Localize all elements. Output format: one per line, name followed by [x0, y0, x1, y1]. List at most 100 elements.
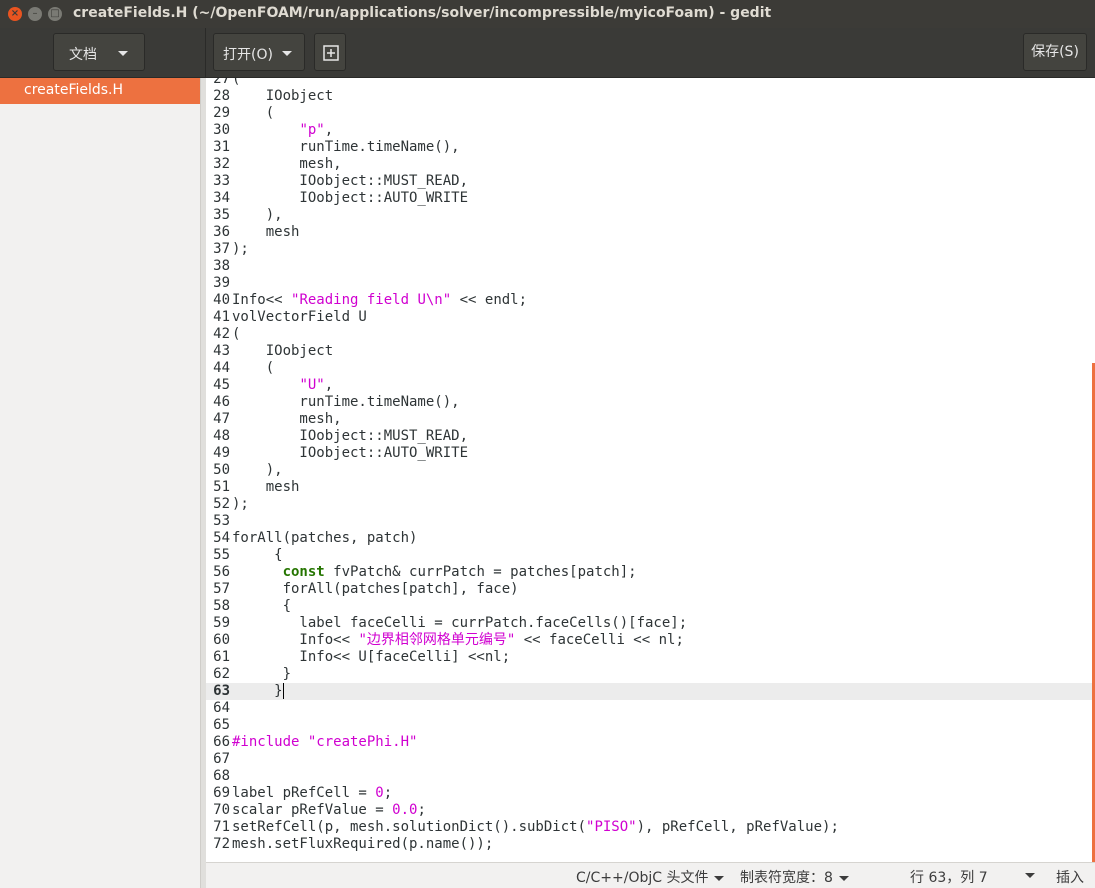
line-number: 41	[213, 309, 230, 325]
line-number: 64	[213, 700, 230, 716]
code-line[interactable]: 61 Info<< U[faceCelli] <<nl;	[206, 649, 1095, 666]
code-line[interactable]: 69 label pRefCell = 0;	[206, 785, 1095, 802]
line-number: 35	[213, 207, 230, 223]
line-number: 49	[213, 445, 230, 461]
new-document-icon	[323, 45, 339, 61]
line-number: 57	[213, 581, 230, 597]
code-line[interactable]: 59 label faceCelli = currPatch.faceCells…	[206, 615, 1095, 632]
line-number: 60	[213, 632, 230, 648]
code-line[interactable]: 65	[206, 717, 1095, 734]
code-line[interactable]: 70 scalar pRefValue = 0.0;	[206, 802, 1095, 819]
code-line[interactable]: 71 setRefCell(p, mesh.solutionDict().subD…	[206, 819, 1095, 836]
chevron-down-icon	[838, 875, 849, 881]
line-number: 28	[213, 88, 230, 104]
code-text: ),	[232, 207, 283, 223]
code-line[interactable]: 42(	[206, 326, 1095, 343]
language-label: C/C++/ObjC 头文件	[576, 870, 709, 886]
code-line[interactable]: 66 #include "createPhi.H"	[206, 734, 1095, 751]
code-line[interactable]: 39	[206, 275, 1095, 292]
documents-menu-label: 文档	[69, 47, 97, 63]
open-button[interactable]: 打开(O)	[213, 33, 305, 71]
insert-mode[interactable]: 插入	[1056, 867, 1084, 887]
code-line[interactable]: 28 IOobject	[206, 88, 1095, 105]
code-text: );	[232, 496, 249, 512]
documents-sidebar: createFields.H	[0, 78, 200, 888]
code-line[interactable]: 38	[206, 258, 1095, 275]
code-line[interactable]: 50 ),	[206, 462, 1095, 479]
code-line[interactable]: 48 IOobject::MUST_READ,	[206, 428, 1095, 445]
code-line[interactable]: 41 volVectorField U	[206, 309, 1095, 326]
code-line[interactable]: 31 runTime.timeName(),	[206, 139, 1095, 156]
code-line[interactable]: 62 }	[206, 666, 1095, 683]
line-number: 61	[213, 649, 230, 665]
line-number: 51	[213, 479, 230, 495]
code-text: volVectorField U	[232, 309, 367, 325]
line-number: 43	[213, 343, 230, 359]
code-line[interactable]: 60 Info<< "边界相邻网格单元编号" << faceCelli << n…	[206, 632, 1095, 649]
code-text: const fvPatch& currPatch = patches[patch…	[282, 564, 637, 580]
code-line[interactable]: 36 mesh	[206, 224, 1095, 241]
maximize-window-button[interactable]: □	[48, 7, 62, 21]
code-text: mesh,	[232, 156, 342, 172]
code-line[interactable]: 29 (	[206, 105, 1095, 122]
code-line[interactable]: 72 mesh.setFluxRequired(p.name());	[206, 836, 1095, 853]
save-button[interactable]: 保存(S)	[1023, 33, 1087, 71]
code-line[interactable]: 32 mesh,	[206, 156, 1095, 173]
documents-menu-button[interactable]: 文档	[53, 33, 145, 71]
code-line[interactable]: 56 const fvPatch& currPatch = patches[pa…	[206, 564, 1095, 581]
code-text: mesh,	[232, 411, 342, 427]
line-number: 50	[213, 462, 230, 478]
line-number: 48	[213, 428, 230, 444]
code-text: "p",	[299, 122, 334, 138]
line-number: 47	[213, 411, 230, 427]
code-line[interactable]: 55 {	[206, 547, 1095, 564]
code-line[interactable]: 43 IOobject	[206, 343, 1095, 360]
line-number: 65	[213, 717, 230, 733]
code-line[interactable]: 51 mesh	[206, 479, 1095, 496]
language-selector[interactable]: C/C++/ObjC 头文件	[576, 867, 725, 887]
line-number: 70	[213, 802, 230, 818]
code-line[interactable]: 40 Info<< "Reading field U\n" << endl;	[206, 292, 1095, 309]
code-line[interactable]: 54 forAll(patches, patch)	[206, 530, 1095, 547]
code-line[interactable]: 47 mesh,	[206, 411, 1095, 428]
line-number: 42	[213, 326, 230, 342]
header-divider	[205, 28, 206, 77]
code-text: forAll(patches, patch)	[232, 530, 418, 546]
code-line[interactable]: 37);	[206, 241, 1095, 258]
code-line[interactable]: 35 ),	[206, 207, 1095, 224]
open-button-label: 打开(O)	[223, 47, 273, 63]
minimize-window-button[interactable]: –	[28, 7, 42, 21]
code-editor[interactable]: 27(28 IOobject 29 (30 "p", 31 runTime.time…	[206, 78, 1095, 862]
sidebar-item-createfields[interactable]: createFields.H	[0, 78, 200, 104]
line-number: 37	[213, 241, 230, 257]
code-text: );	[232, 241, 249, 257]
code-line[interactable]: 49 IOobject::AUTO_WRITE	[206, 445, 1095, 462]
line-number: 58	[213, 598, 230, 614]
code-line[interactable]: 46 runTime.timeName(),	[206, 394, 1095, 411]
code-line[interactable]: 64	[206, 700, 1095, 717]
title-bar: × – □ createFields.H (~/OpenFOAM/run/app…	[0, 0, 1095, 28]
code-line[interactable]: 52);	[206, 496, 1095, 513]
line-number: 69	[213, 785, 230, 801]
code-text: mesh	[232, 479, 300, 495]
close-window-button[interactable]: ×	[8, 7, 22, 21]
code-line[interactable]: 30 "p",	[206, 122, 1095, 139]
code-line[interactable]: 53	[206, 513, 1095, 530]
code-line[interactable]: 34 IOobject::AUTO_WRITE	[206, 190, 1095, 207]
chevron-down-icon	[714, 875, 725, 881]
code-line[interactable]: 45 "U",	[206, 377, 1095, 394]
code-line[interactable]: 33 IOobject::MUST_READ,	[206, 173, 1095, 190]
position-menu-button[interactable]	[1019, 867, 1035, 883]
new-document-button[interactable]	[314, 33, 346, 71]
code-line[interactable]: 63 }	[206, 683, 1095, 700]
code-line[interactable]: 57 forAll(patches[patch], face)	[206, 581, 1095, 598]
code-text: (	[232, 326, 241, 342]
tab-width-selector[interactable]: 制表符宽度：8	[740, 867, 849, 887]
line-number: 29	[213, 105, 230, 121]
code-line[interactable]: 58 {	[206, 598, 1095, 615]
code-line[interactable]: 44 (	[206, 360, 1095, 377]
code-line[interactable]: 68	[206, 768, 1095, 785]
code-line[interactable]: 67	[206, 751, 1095, 768]
code-line[interactable]: 27(	[206, 78, 1095, 88]
line-number: 44	[213, 360, 230, 376]
